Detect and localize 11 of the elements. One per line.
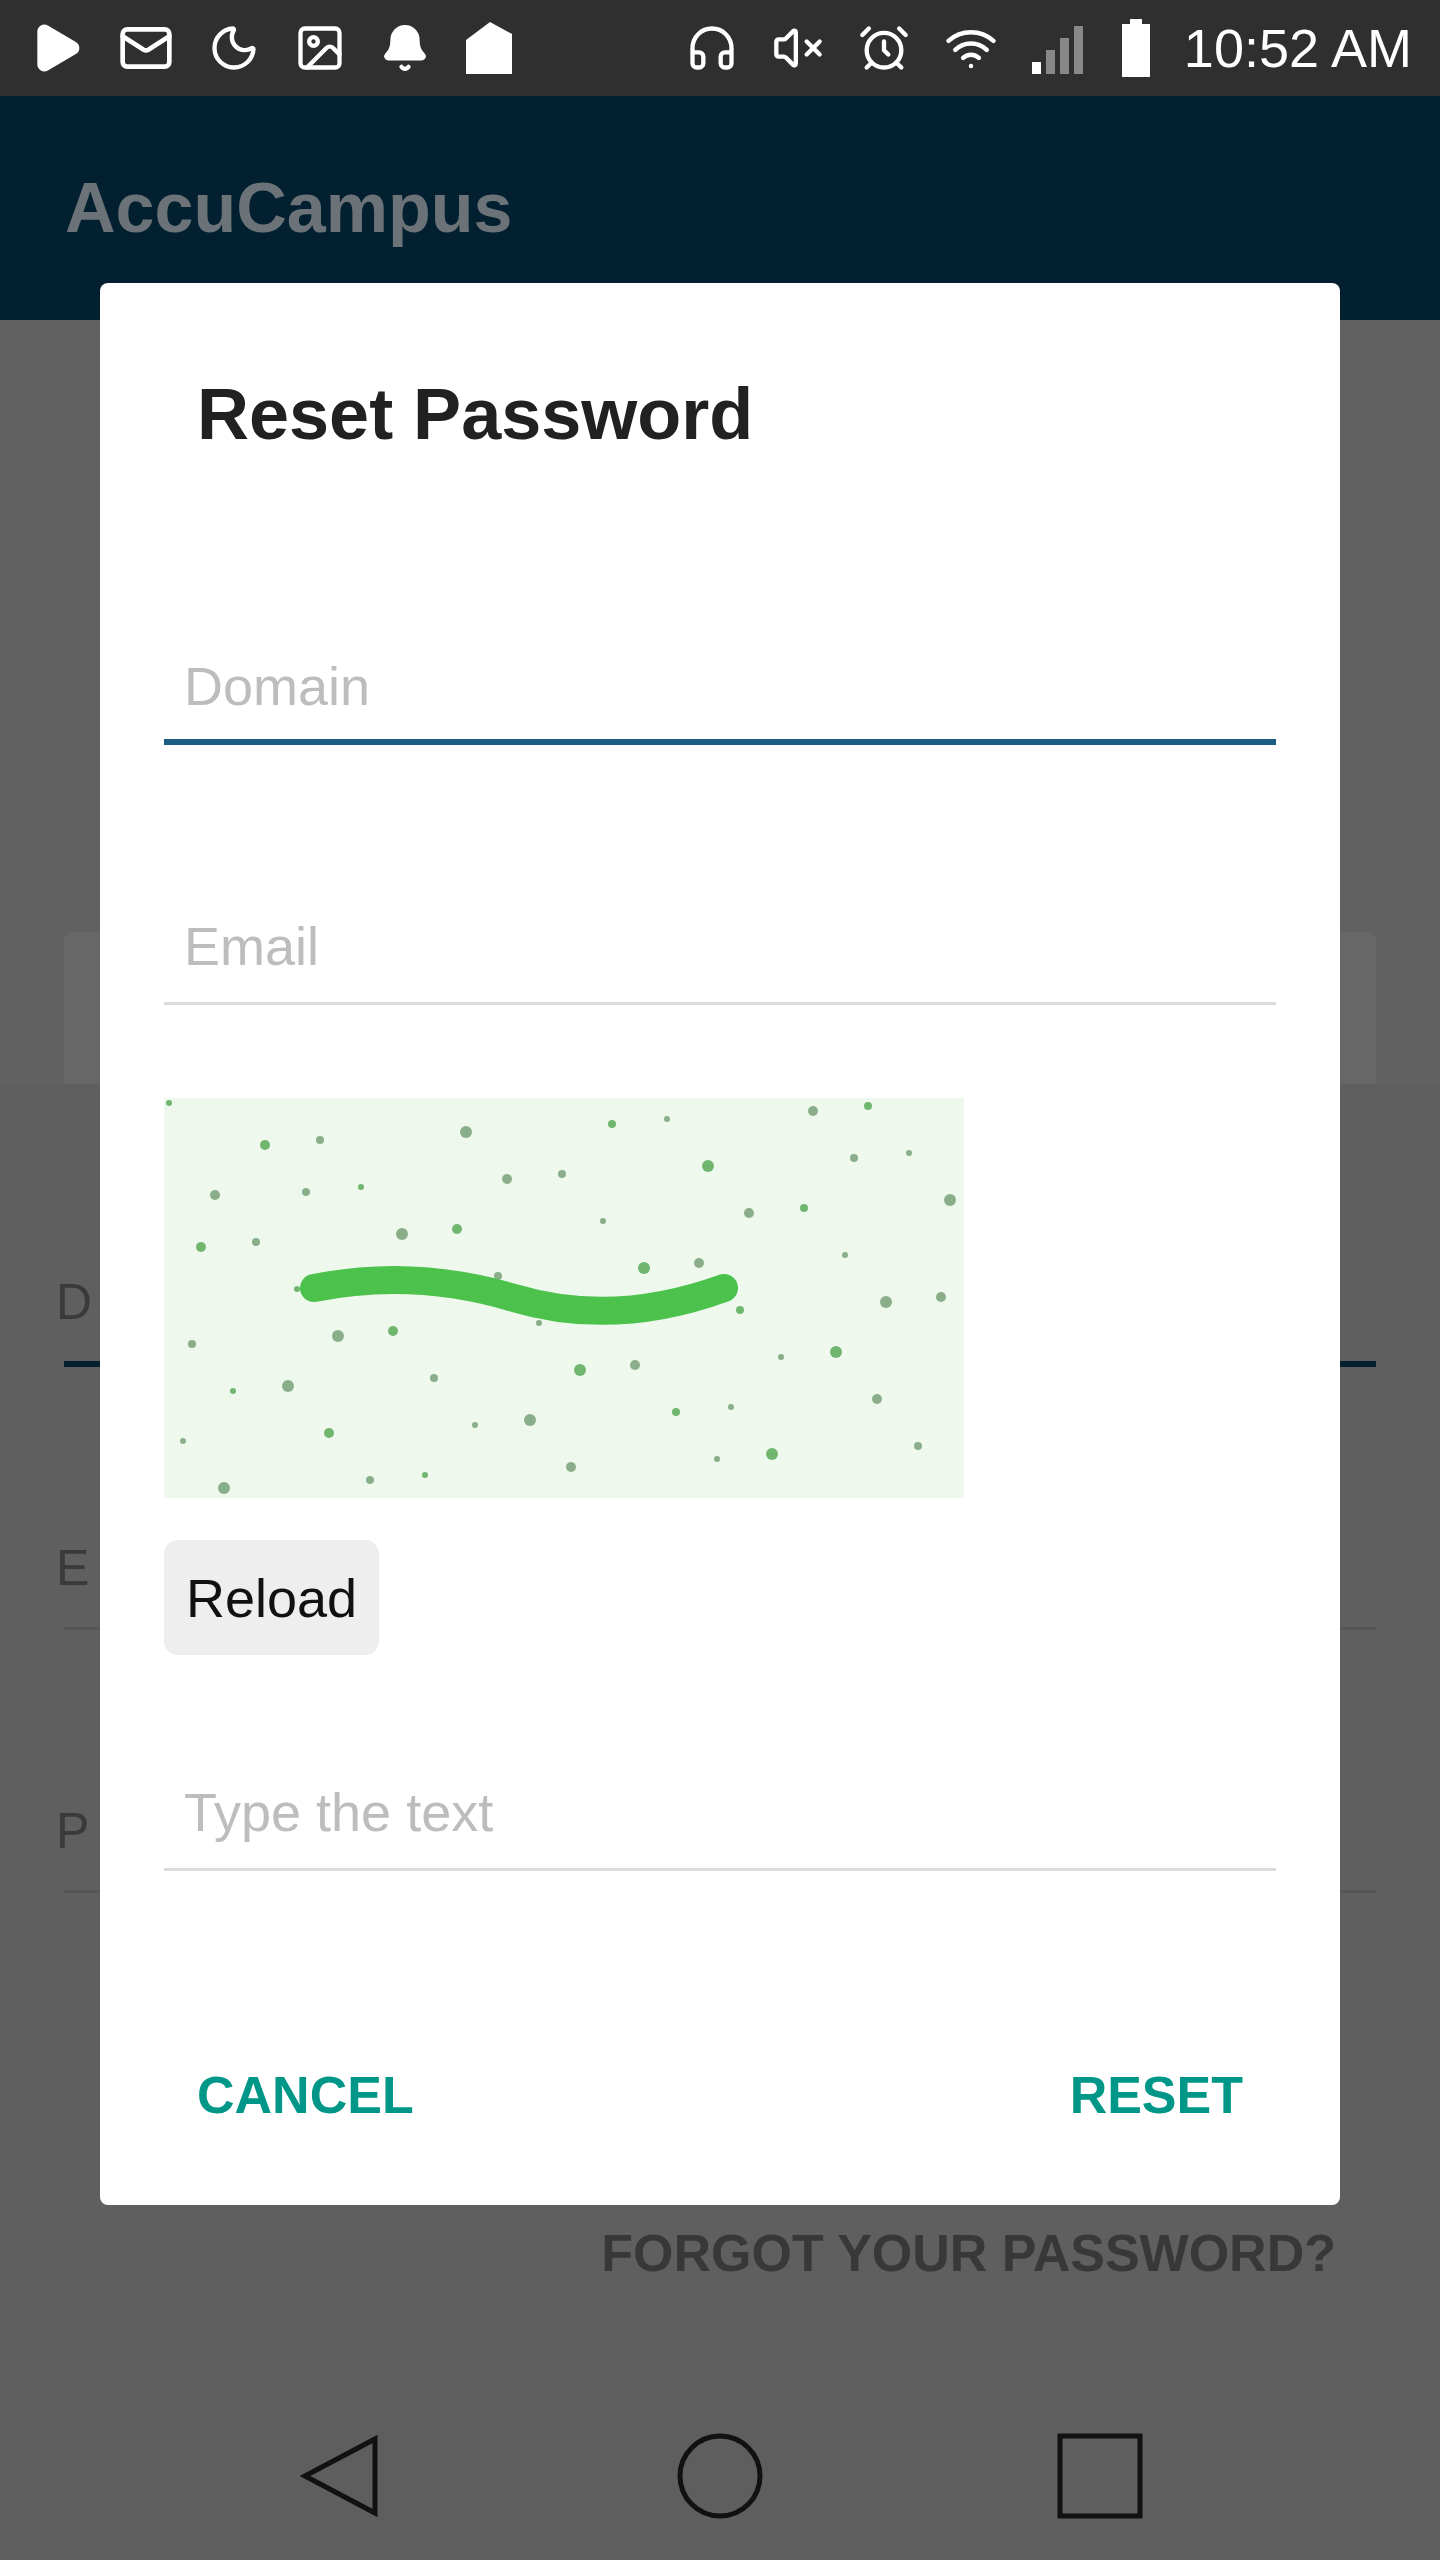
cancel-button[interactable]: CANCEL (197, 2065, 414, 2125)
recents-button[interactable] (1055, 2431, 1145, 2521)
input-field[interactable]: Domain (164, 655, 1276, 745)
confirm-button[interactable]: RESET (1069, 2065, 1243, 2125)
home-button[interactable] (675, 2431, 765, 2521)
dialog-title: Reset Password (197, 373, 755, 455)
reload-button[interactable]: Reload (164, 1540, 380, 1655)
app-title: AccuCampus (65, 168, 513, 248)
battery-icon (1121, 19, 1150, 77)
status-time: 10:52 AM (1183, 17, 1412, 79)
app-icon (464, 20, 514, 76)
